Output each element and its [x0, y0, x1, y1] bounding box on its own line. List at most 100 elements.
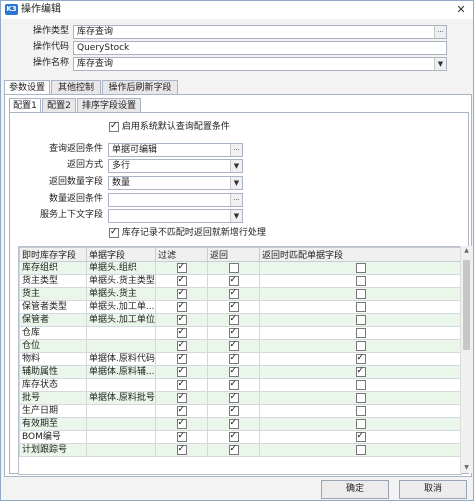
op-code-input[interactable]: QueryStock [73, 41, 447, 55]
cell-bill-field[interactable] [86, 326, 156, 340]
cell-stock-field[interactable]: 辅助属性 [19, 365, 87, 379]
checkbox-unchecked-icon[interactable] [355, 314, 366, 325]
query-return-cond-field[interactable]: 单据可编辑 ··· [108, 143, 243, 157]
checkbox-checked-icon[interactable] [228, 288, 239, 299]
checkbox-checked-icon[interactable] [228, 301, 239, 312]
checkbox-checked-icon[interactable] [228, 314, 239, 325]
checkbox-checked-icon[interactable] [176, 301, 187, 312]
table-row[interactable]: 库存组织 单据头.组织 [19, 261, 461, 275]
col-header-bill-field[interactable]: 单据字段 [86, 247, 156, 262]
checkbox-checked-icon[interactable] [228, 392, 239, 403]
tab-config-2[interactable]: 配置2 [42, 98, 76, 113]
ellipsis-icon[interactable]: ··· [230, 194, 242, 206]
service-context-select[interactable]: ▼ [108, 209, 243, 223]
cell-stock-field[interactable]: 库存组织 [19, 261, 87, 275]
scroll-down-icon[interactable]: ▼ [461, 463, 472, 473]
op-type-field[interactable]: 库存查询 ··· [73, 25, 447, 39]
table-row[interactable]: 生产日期 [19, 404, 461, 418]
table-row[interactable]: 货主类型 单据头.货主类型 [19, 274, 461, 288]
table-row[interactable]: 库存状态 [19, 378, 461, 392]
cell-stock-field[interactable]: 仓位 [19, 339, 87, 353]
cancel-button[interactable]: 取消 [399, 480, 467, 499]
table-row[interactable]: BOM编号 [19, 430, 461, 444]
checkbox-checked-icon[interactable] [176, 366, 187, 377]
table-row[interactable]: 辅助属性 单据体.原料辅... [19, 365, 461, 379]
checkbox-checked-icon[interactable] [355, 431, 366, 442]
checkbox-checked-icon[interactable] [109, 227, 119, 238]
cell-stock-field[interactable]: 保管者 [19, 313, 87, 327]
cell-stock-field[interactable]: 库存状态 [19, 378, 87, 392]
checkbox-checked-icon[interactable] [228, 327, 239, 338]
cell-bill-field[interactable] [86, 430, 156, 444]
tab-other-control[interactable]: 其他控制 [51, 80, 101, 95]
cell-bill-field[interactable] [86, 443, 156, 457]
scroll-up-icon[interactable]: ▲ [461, 246, 472, 256]
checkbox-checked-icon[interactable] [176, 275, 187, 286]
cell-bill-field[interactable]: 单据体.原料代码 [86, 352, 156, 366]
checkbox-checked-icon[interactable] [176, 262, 187, 273]
tab-refresh-fields[interactable]: 操作后刷新字段 [102, 80, 178, 95]
checkbox-unchecked-icon[interactable] [355, 275, 366, 286]
checkbox-checked-icon[interactable] [228, 366, 239, 377]
cell-bill-field[interactable] [86, 339, 156, 353]
ok-button[interactable]: 确定 [321, 480, 389, 499]
checkbox-checked-icon[interactable] [228, 353, 239, 364]
cell-stock-field[interactable]: 批号 [19, 391, 87, 405]
checkbox-unchecked-icon[interactable] [355, 301, 366, 312]
checkbox-checked-icon[interactable] [355, 353, 366, 364]
cell-stock-field[interactable]: 有效期至 [19, 417, 87, 431]
cell-bill-field[interactable]: 单据头.加工单位 [86, 313, 156, 327]
cell-stock-field[interactable]: 保管者类型 [19, 300, 87, 314]
chevron-down-icon[interactable]: ▼ [230, 210, 242, 222]
qty-return-cond-field[interactable]: ··· [108, 193, 243, 207]
checkbox-unchecked-icon[interactable] [228, 262, 239, 273]
checkbox-unchecked-icon[interactable] [355, 405, 366, 416]
table-row[interactable]: 仓位 [19, 339, 461, 353]
table-row[interactable]: 仓库 [19, 326, 461, 340]
cell-bill-field[interactable] [86, 404, 156, 418]
cell-bill-field[interactable]: 单据体.原料辅... [86, 365, 156, 379]
checkbox-checked-icon[interactable] [176, 379, 187, 390]
cell-stock-field[interactable]: 货主 [19, 287, 87, 301]
checkbox-checked-icon[interactable] [228, 444, 239, 455]
checkbox-unchecked-icon[interactable] [355, 262, 366, 273]
cell-bill-field[interactable]: 单据体.原料批号 [86, 391, 156, 405]
cell-stock-field[interactable]: 货主类型 [19, 274, 87, 288]
checkbox-checked-icon[interactable] [228, 379, 239, 390]
cell-bill-field[interactable] [86, 378, 156, 392]
table-row[interactable]: 保管者类型 单据头.加工单... [19, 300, 461, 314]
checkbox-checked-icon[interactable] [228, 418, 239, 429]
checkbox-checked-icon[interactable] [176, 431, 187, 442]
checkbox-checked-icon[interactable] [176, 340, 187, 351]
checkbox-checked-icon[interactable] [176, 288, 187, 299]
cell-stock-field[interactable]: 仓库 [19, 326, 87, 340]
cell-bill-field[interactable]: 单据头.货主 [86, 287, 156, 301]
checkbox-unchecked-icon[interactable] [355, 340, 366, 351]
chevron-down-icon[interactable]: ▼ [230, 177, 242, 189]
grid-scrollbar[interactable]: ▲ ▼ [460, 246, 472, 473]
use-default-checkbox[interactable]: 启用系统默认查询配置条件 [109, 121, 230, 133]
checkbox-unchecked-icon[interactable] [355, 444, 366, 455]
checkbox-checked-icon[interactable] [176, 418, 187, 429]
cell-bill-field[interactable]: 单据头.货主类型 [86, 274, 156, 288]
cell-bill-field[interactable] [86, 417, 156, 431]
col-header-return[interactable]: 返回 [207, 247, 260, 262]
table-row[interactable]: 物料 单据体.原料代码 [19, 352, 461, 366]
checkbox-checked-icon[interactable] [176, 327, 187, 338]
checkbox-unchecked-icon[interactable] [355, 327, 366, 338]
mismatch-checkbox[interactable]: 库存记录不匹配时返回就新增行处理 [109, 227, 266, 239]
checkbox-unchecked-icon[interactable] [355, 418, 366, 429]
table-row[interactable]: 有效期至 [19, 417, 461, 431]
checkbox-checked-icon[interactable] [228, 340, 239, 351]
checkbox-checked-icon[interactable] [176, 314, 187, 325]
op-name-select[interactable]: 库存查询 ▼ [73, 57, 447, 71]
cell-bill-field[interactable]: 单据头.加工单... [86, 300, 156, 314]
col-header-match[interactable]: 返回时匹配单据字段 [259, 247, 461, 262]
checkbox-checked-icon[interactable] [176, 405, 187, 416]
return-mode-select[interactable]: 多行 ▼ [108, 159, 243, 173]
chevron-down-icon[interactable]: ▼ [434, 58, 446, 70]
checkbox-unchecked-icon[interactable] [355, 288, 366, 299]
ellipsis-icon[interactable]: ··· [230, 144, 242, 156]
col-header-filter[interactable]: 过滤 [155, 247, 208, 262]
checkbox-checked-icon[interactable] [176, 353, 187, 364]
